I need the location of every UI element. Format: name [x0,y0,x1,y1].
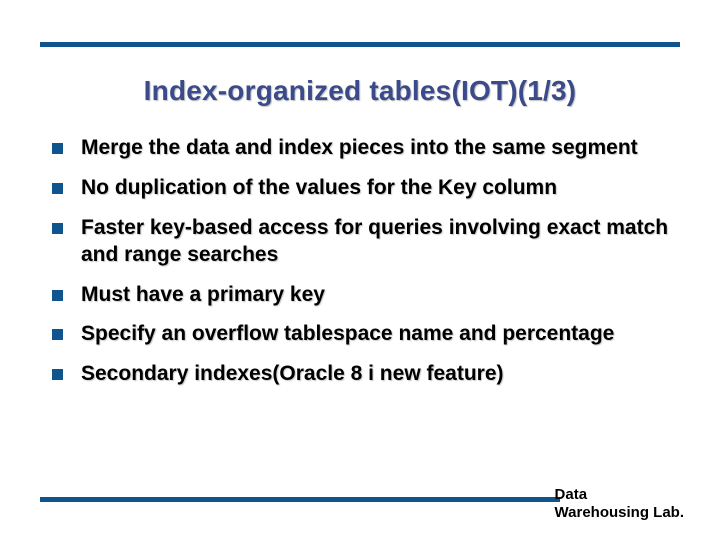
bullet-text: Secondary indexes(Oracle 8 i new feature… [81,361,680,388]
bullet-square-icon [52,183,63,194]
footer-label: Data Warehousing Lab. [555,486,684,522]
bullet-text: Merge the data and index pieces into the… [81,135,680,162]
bullet-list: Merge the data and index pieces into the… [52,135,680,401]
top-divider [40,42,680,47]
list-item: Secondary indexes(Oracle 8 i new feature… [52,361,680,388]
bullet-text: Faster key-based access for queries invo… [81,215,680,269]
bullet-square-icon [52,329,63,340]
list-item: Merge the data and index pieces into the… [52,135,680,162]
bottom-divider [40,497,560,502]
bullet-square-icon [52,223,63,234]
bullet-text: No duplication of the values for the Key… [81,175,680,202]
bullet-text: Must have a primary key [81,282,680,309]
bullet-square-icon [52,290,63,301]
list-item: Faster key-based access for queries invo… [52,215,680,269]
list-item: Must have a primary key [52,282,680,309]
bullet-square-icon [52,369,63,380]
list-item: Specify an overflow tablespace name and … [52,321,680,348]
bullet-text: Specify an overflow tablespace name and … [81,321,680,348]
footer-line1: Data [555,486,684,504]
bullet-square-icon [52,143,63,154]
list-item: No duplication of the values for the Key… [52,175,680,202]
slide-title: Index-organized tables(IOT)(1/3) [0,75,720,107]
footer-line2: Warehousing Lab. [555,504,684,522]
